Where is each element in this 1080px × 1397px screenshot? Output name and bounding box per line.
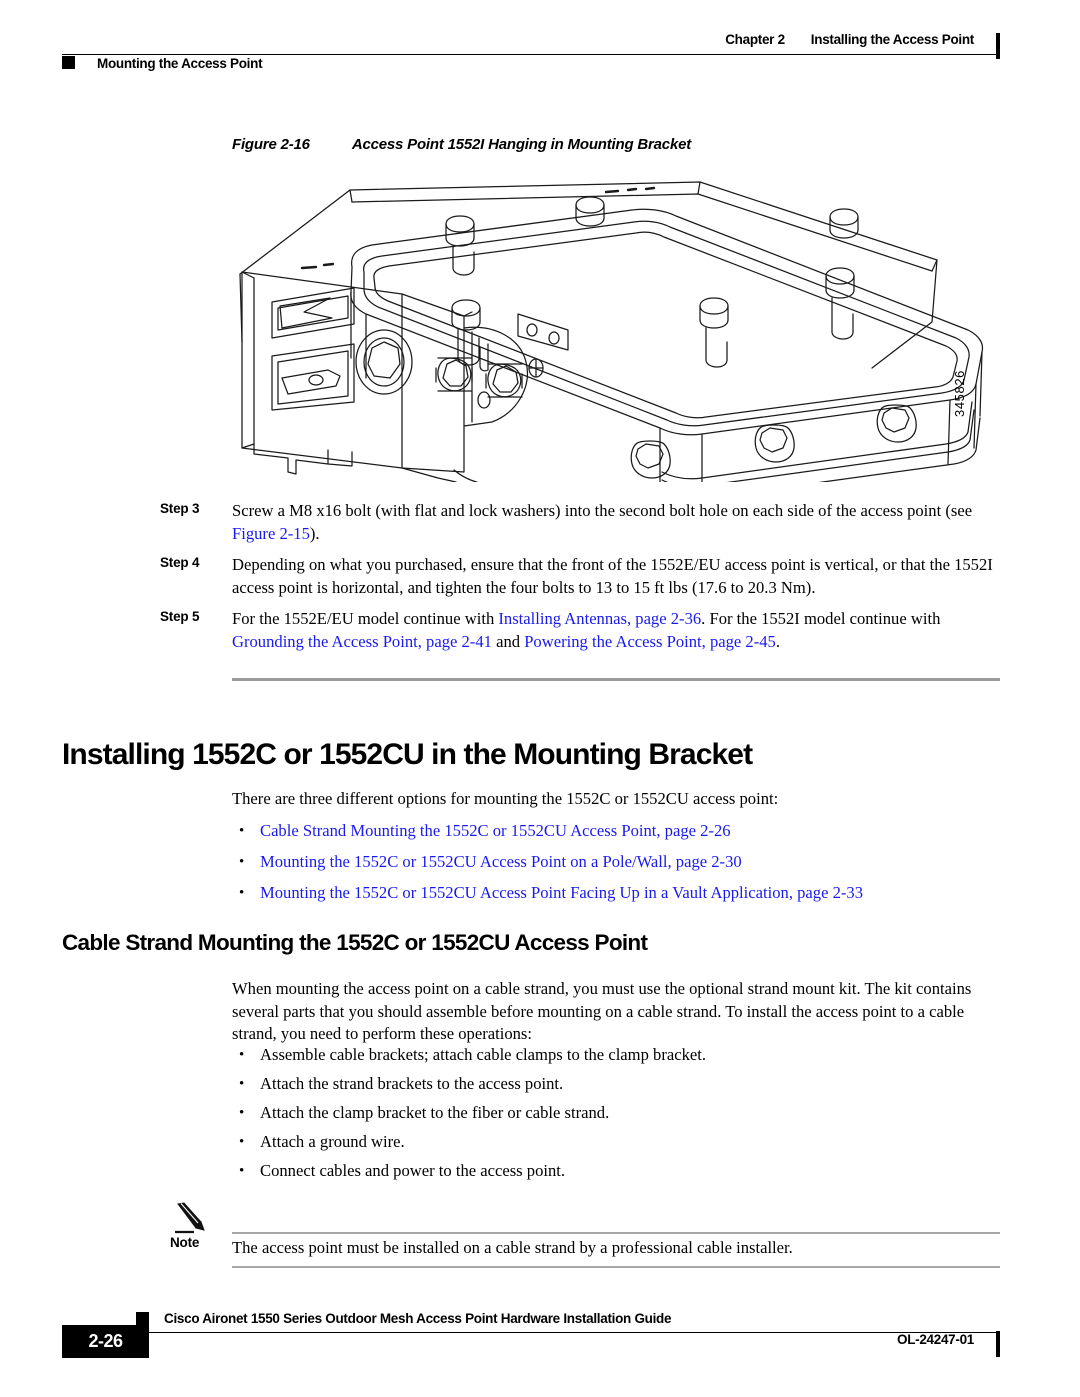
note-text: The access point must be installed on a … — [232, 1238, 793, 1257]
section-divider-rule — [232, 678, 1000, 681]
access-point-line-drawing — [239, 181, 984, 482]
step-label: Step 5 — [160, 609, 200, 624]
step5-part1: For the 1552E/EU model continue with — [232, 609, 499, 628]
operations-list: Assemble cable brackets; attach cable cl… — [232, 1044, 1000, 1189]
list-item: Attach the strand brackets to the access… — [232, 1073, 1000, 1096]
page-number: 2-26 — [88, 1331, 123, 1351]
option-link[interactable]: Cable Strand Mounting the 1552C or 1552C… — [260, 821, 731, 840]
intro-paragraph: There are three different options for mo… — [232, 789, 779, 808]
list-item: Mounting the 1552C or 1552CU Access Poin… — [232, 851, 1000, 874]
step5-part4: . — [775, 631, 780, 651]
step-text: For the 1552E/EU model continue with Ins… — [232, 608, 1000, 653]
option-link[interactable]: Mounting the 1552C or 1552CU Access Poin… — [260, 852, 742, 871]
list-item: Cable Strand Mounting the 1552C or 1552C… — [232, 820, 1000, 843]
header-square-marker — [62, 56, 75, 69]
step-text: Depending on what you purchased, ensure … — [232, 555, 993, 597]
list-item: Mounting the 1552C or 1552CU Access Poin… — [232, 882, 1000, 905]
step-label: Step 3 — [160, 501, 200, 516]
figure-graphic-id: 345826 — [952, 370, 967, 417]
step-xref-link[interactable]: Figure 2-15 — [232, 524, 310, 543]
subsection-heading: Cable Strand Mounting the 1552C or 1552C… — [62, 930, 648, 955]
option-link-list: Cable Strand Mounting the 1552C or 1552C… — [232, 820, 1000, 913]
page-header: Chapter 2 Installing the Access Point Mou… — [62, 32, 1000, 84]
list-item: Assemble cable brackets; attach cable cl… — [232, 1044, 1000, 1067]
note-rule-top — [232, 1232, 1000, 1234]
note-label: Note — [170, 1235, 200, 1250]
header-chapter-line: Chapter 2 Installing the Access Point — [725, 32, 974, 47]
footer-rule — [62, 1332, 1000, 1334]
step5-link-powering[interactable]: Powering the Access Point, page 2-45 — [524, 632, 776, 651]
footer-square-marker — [136, 1312, 149, 1325]
step-text-after: ). — [309, 523, 320, 543]
step5-link-installing-antennas[interactable]: Installing Antennas, page 2-36 — [498, 609, 701, 628]
list-item: Connect cables and power to the access p… — [232, 1160, 1000, 1183]
document-page: Chapter 2 Installing the Access Point Mou… — [0, 0, 1080, 1397]
step-label: Step 4 — [160, 555, 200, 570]
cable-strand-paragraph: When mounting the access point on a cabl… — [232, 979, 972, 1043]
note-rule-bottom — [232, 1266, 1000, 1268]
footer-document-title: Cisco Aironet 1550 Series Outdoor Mesh A… — [164, 1311, 672, 1326]
step-text: Screw a M8 x16 bolt (with flat and lock … — [232, 500, 1000, 545]
step-text-before: Screw a M8 x16 bolt (with flat and lock … — [232, 501, 973, 520]
figure-title: Access Point 1552I Hanging in Mounting B… — [351, 136, 692, 153]
figure-image-access-point-in-bracket — [232, 172, 1000, 482]
header-section-title: Mounting the Access Point — [97, 56, 263, 71]
note-callout: Note The access point must be installed … — [160, 1202, 1000, 1274]
step5-part2: . For the 1552I model continue with — [701, 609, 941, 628]
header-chapter-number: Chapter 2 — [725, 32, 785, 47]
step-row: Step 4 Depending on what you purchased, … — [160, 554, 1000, 599]
step5-part3: and — [491, 631, 525, 651]
step-procedure-list: Step 3 Screw a M8 x16 bolt (with flat an… — [160, 500, 1000, 662]
header-chapter-title: Installing the Access Point — [810, 32, 975, 47]
list-item: Attach the clamp bracket to the fiber or… — [232, 1102, 1000, 1125]
step-row: Step 5 For the 1552E/EU model continue w… — [160, 608, 1000, 653]
pencil-icon — [175, 1202, 205, 1234]
footer-end-bar — [996, 1331, 1000, 1357]
page-title-heading: Installing 1552C or 1552CU in the Mounti… — [62, 738, 753, 771]
step-row: Step 3 Screw a M8 x16 bolt (with flat an… — [160, 500, 1000, 545]
page-footer: Cisco Aironet 1550 Series Outdoor Mesh A… — [62, 1311, 1000, 1364]
option-link[interactable]: Mounting the 1552C or 1552CU Access Poin… — [260, 883, 863, 902]
figure-caption: Figure 2-16 Access Point 1552I Hanging in… — [232, 136, 691, 153]
footer-document-id: OL-24247-01 — [897, 1332, 974, 1347]
list-item: Attach a ground wire. — [232, 1131, 1000, 1154]
figure-label: Figure 2-16 — [232, 136, 310, 153]
step5-link-grounding[interactable]: Grounding the Access Point, page 2-41 — [232, 632, 492, 651]
